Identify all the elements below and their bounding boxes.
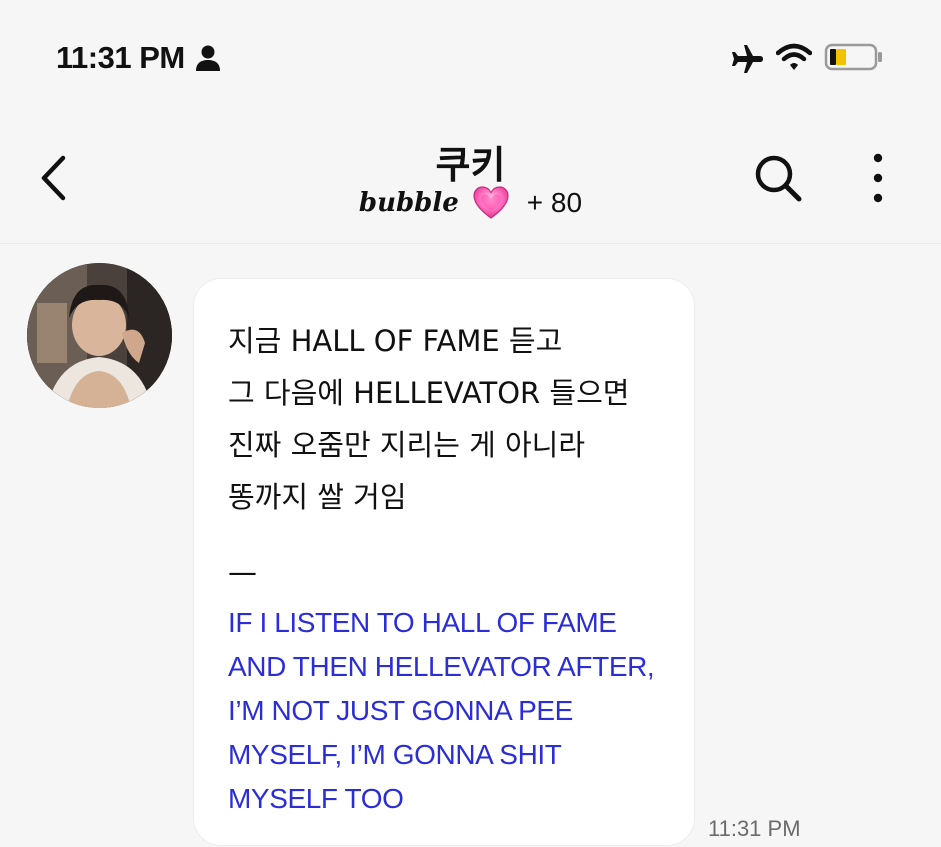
- chat-header: 쿠키 bubble + 80: [0, 120, 941, 244]
- message-separator: —: [228, 555, 257, 589]
- status-bar: 11:31 PM: [0, 0, 941, 120]
- translation-line: AND THEN HELLEVATOR AFTER,: [228, 651, 655, 682]
- message-translation: IF I LISTEN TO HALL OF FAME AND THEN HEL…: [228, 601, 688, 821]
- search-icon[interactable]: [752, 152, 804, 204]
- translation-line: IF I LISTEN TO HALL OF FAME: [228, 607, 617, 638]
- battery-icon: [824, 43, 882, 71]
- heart-icon: [473, 186, 509, 219]
- wifi-icon: [776, 43, 812, 70]
- translation-line: I’M NOT JUST GONNA PEE: [228, 695, 573, 726]
- avatar[interactable]: [27, 263, 172, 408]
- translation-line: MYSELF, I’M GONNA SHIT: [228, 739, 562, 770]
- message-timestamp: 11:31 PM: [708, 816, 801, 841]
- korean-line: 그 다음에 HELLEVATOR 들으면: [228, 376, 630, 410]
- person-icon: [196, 45, 220, 71]
- translation-line: MYSELF TOO: [228, 783, 404, 814]
- korean-line: 진짜 오줌만 지리는 게 아니라: [228, 428, 586, 462]
- subscriber-count: + 80: [526, 187, 583, 218]
- message-korean-text: 지금 HALL OF FAME 듣고 그 다음에 HELLEVATOR 들으면 …: [228, 315, 688, 523]
- chat-screen: 11:31 PM 쿠키 bubble + 80 지금 HALL OF FAME …: [0, 0, 941, 847]
- more-icon[interactable]: [866, 152, 890, 204]
- airplane-icon: [732, 45, 763, 73]
- avatar-image: [27, 263, 172, 408]
- brand-label: bubble: [358, 188, 459, 218]
- status-time: 11:31 PM: [56, 40, 185, 75]
- korean-line: 지금 HALL OF FAME 듣고: [228, 324, 563, 358]
- message-bubble[interactable]: 지금 HALL OF FAME 듣고 그 다음에 HELLEVATOR 들으면 …: [193, 278, 695, 846]
- korean-line: 똥까지 쌀 거임: [228, 480, 407, 514]
